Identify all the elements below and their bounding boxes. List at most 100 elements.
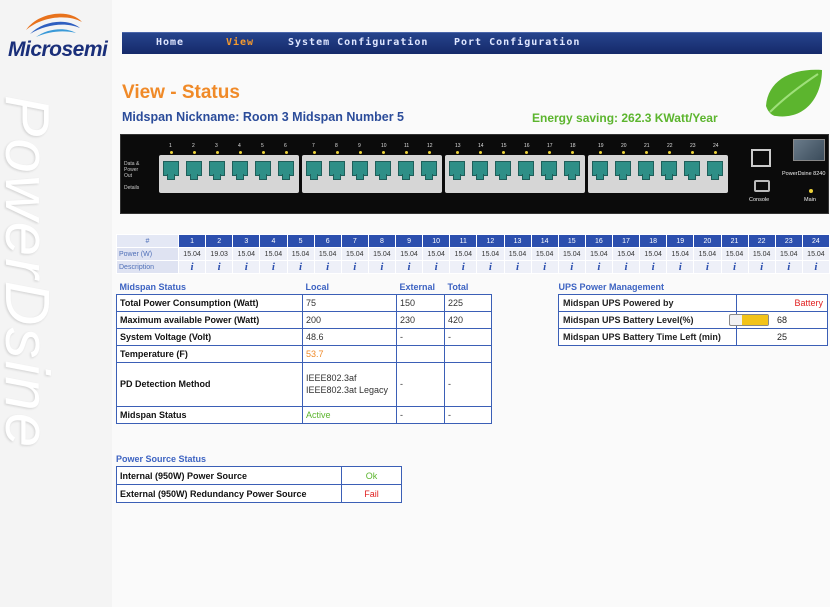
info-icon[interactable]: i bbox=[408, 261, 411, 273]
port-description-cell[interactable]: i bbox=[666, 260, 695, 274]
port-number-cell[interactable]: 2 bbox=[205, 234, 234, 248]
info-icon[interactable]: i bbox=[787, 261, 790, 273]
port-description-cell[interactable]: i bbox=[177, 260, 207, 274]
port-number-cell[interactable]: 10 bbox=[422, 234, 451, 248]
info-icon[interactable]: i bbox=[218, 261, 221, 273]
ethernet-port-icon[interactable] bbox=[495, 161, 511, 180]
port-number-cell[interactable]: 20 bbox=[693, 234, 722, 248]
port-description-cell[interactable]: i bbox=[720, 260, 749, 274]
ethernet-port-icon[interactable] bbox=[472, 161, 488, 180]
ethernet-port-icon[interactable] bbox=[684, 161, 700, 180]
port-description-cell[interactable]: i bbox=[232, 260, 261, 274]
ethernet-port-icon[interactable] bbox=[421, 161, 437, 180]
ethernet-port-icon[interactable] bbox=[707, 161, 723, 180]
port-number-cell[interactable]: 3 bbox=[232, 234, 261, 248]
port-description-cell[interactable]: i bbox=[584, 260, 614, 274]
ethernet-port-icon[interactable] bbox=[592, 161, 608, 180]
port-number-cell[interactable]: 11 bbox=[449, 234, 478, 248]
port-description-cell[interactable]: i bbox=[259, 260, 288, 274]
port-description-cell[interactable]: i bbox=[557, 260, 586, 274]
info-icon[interactable]: i bbox=[489, 261, 492, 273]
network-port-icon[interactable] bbox=[751, 149, 771, 167]
port-number-cell[interactable]: 21 bbox=[720, 234, 749, 248]
port-number-cell[interactable]: 22 bbox=[747, 234, 776, 248]
port-description-cell[interactable]: i bbox=[449, 260, 478, 274]
info-icon[interactable]: i bbox=[245, 261, 248, 273]
port-number-cell[interactable]: 14 bbox=[530, 234, 559, 248]
ethernet-port-icon[interactable] bbox=[352, 161, 368, 180]
port-number-cell[interactable]: 9 bbox=[394, 234, 424, 248]
info-icon[interactable]: i bbox=[597, 261, 600, 273]
info-icon[interactable]: i bbox=[191, 261, 194, 273]
port-description-cell[interactable]: i bbox=[422, 260, 451, 274]
ethernet-port-icon[interactable] bbox=[638, 161, 654, 180]
info-icon[interactable]: i bbox=[733, 261, 736, 273]
port-description-cell[interactable]: i bbox=[313, 260, 342, 274]
ethernet-port-icon[interactable] bbox=[255, 161, 271, 180]
ethernet-port-icon[interactable] bbox=[661, 161, 677, 180]
port-number-cell[interactable]: 7 bbox=[340, 234, 369, 248]
ethernet-port-icon[interactable] bbox=[615, 161, 631, 180]
info-icon[interactable]: i bbox=[814, 261, 817, 273]
console-port-icon[interactable] bbox=[754, 180, 770, 192]
nav-port-configuration[interactable]: Port Configuration bbox=[454, 37, 580, 48]
port-number-cell[interactable]: 1 bbox=[177, 234, 207, 248]
port-number-cell[interactable]: 5 bbox=[286, 234, 315, 248]
info-icon[interactable]: i bbox=[679, 261, 682, 273]
port-description-cell[interactable]: i bbox=[639, 260, 668, 274]
info-icon[interactable]: i bbox=[706, 261, 709, 273]
info-icon[interactable]: i bbox=[299, 261, 302, 273]
port-number-cell[interactable]: 23 bbox=[774, 234, 803, 248]
ethernet-port-icon[interactable] bbox=[186, 161, 202, 180]
port-description-cell[interactable]: i bbox=[476, 260, 505, 274]
port-description-cell[interactable]: i bbox=[747, 260, 776, 274]
port-number-cell[interactable]: 6 bbox=[313, 234, 342, 248]
nav-view[interactable]: View bbox=[226, 37, 254, 48]
port-description-cell[interactable]: i bbox=[801, 260, 830, 274]
port-description-cell[interactable]: i bbox=[340, 260, 369, 274]
ethernet-port-icon[interactable] bbox=[375, 161, 391, 180]
port-number-cell[interactable]: 4 bbox=[259, 234, 288, 248]
port-number-cell[interactable]: 12 bbox=[476, 234, 505, 248]
ethernet-port-icon[interactable] bbox=[278, 161, 294, 180]
port-number-cell[interactable]: 15 bbox=[557, 234, 586, 248]
info-icon[interactable]: i bbox=[516, 261, 519, 273]
info-icon[interactable]: i bbox=[543, 261, 546, 273]
port-description-cell[interactable]: i bbox=[205, 260, 234, 274]
port-description-cell[interactable]: i bbox=[503, 260, 532, 274]
info-icon[interactable]: i bbox=[353, 261, 356, 273]
ethernet-port-icon[interactable] bbox=[329, 161, 345, 180]
info-icon[interactable]: i bbox=[570, 261, 573, 273]
ethernet-port-icon[interactable] bbox=[306, 161, 322, 180]
ethernet-port-icon[interactable] bbox=[541, 161, 557, 180]
port-number-cell[interactable]: 8 bbox=[367, 234, 397, 248]
ethernet-port-icon[interactable] bbox=[163, 161, 179, 180]
port-number-cell[interactable]: 16 bbox=[584, 234, 614, 248]
ethernet-port-icon[interactable] bbox=[564, 161, 580, 180]
port-description-cell[interactable]: i bbox=[286, 260, 315, 274]
port-description-cell[interactable]: i bbox=[530, 260, 559, 274]
port-number-cell[interactable]: 18 bbox=[639, 234, 668, 248]
ethernet-port-icon[interactable] bbox=[449, 161, 465, 180]
info-icon[interactable]: i bbox=[462, 261, 465, 273]
ethernet-port-icon[interactable] bbox=[209, 161, 225, 180]
ethernet-port-icon[interactable] bbox=[232, 161, 248, 180]
info-icon[interactable]: i bbox=[652, 261, 655, 273]
port-description-cell[interactable]: i bbox=[611, 260, 641, 274]
ethernet-port-icon[interactable] bbox=[398, 161, 414, 180]
info-icon[interactable]: i bbox=[326, 261, 329, 273]
port-number-cell[interactable]: 13 bbox=[503, 234, 532, 248]
nav-system-configuration[interactable]: System Configuration bbox=[288, 37, 428, 48]
port-number-cell[interactable]: 24 bbox=[801, 234, 830, 248]
port-description-cell[interactable]: i bbox=[394, 260, 424, 274]
info-icon[interactable]: i bbox=[272, 261, 275, 273]
info-icon[interactable]: i bbox=[760, 261, 763, 273]
nav-home[interactable]: Home bbox=[156, 37, 184, 48]
ethernet-port-icon[interactable] bbox=[518, 161, 534, 180]
port-description-cell[interactable]: i bbox=[367, 260, 397, 274]
port-description-cell[interactable]: i bbox=[774, 260, 803, 274]
info-icon[interactable]: i bbox=[435, 261, 438, 273]
info-icon[interactable]: i bbox=[625, 261, 628, 273]
port-number-cell[interactable]: 17 bbox=[611, 234, 641, 248]
port-description-cell[interactable]: i bbox=[693, 260, 722, 274]
